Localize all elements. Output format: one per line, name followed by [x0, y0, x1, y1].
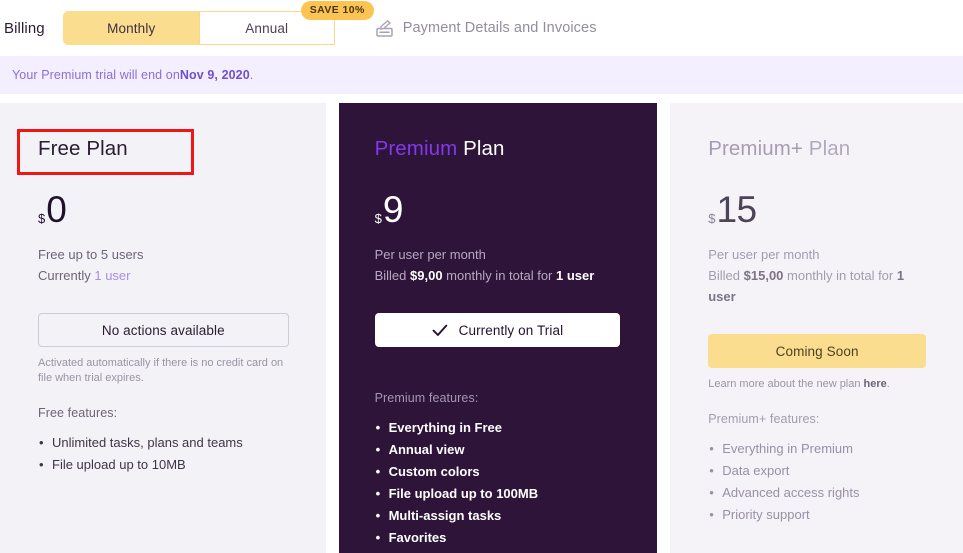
free-users-limit: Free up to 5 users — [38, 244, 289, 265]
invoice-edit-icon — [375, 19, 394, 38]
toggle-monthly[interactable]: Monthly — [63, 11, 199, 45]
free-current-users-prefix: Currently — [38, 268, 94, 283]
premiumplus-fine-print-suffix: . — [887, 378, 890, 390]
billing-label: Billing — [4, 20, 45, 37]
premium-features-list: Everything in Free Annual view Custom co… — [375, 417, 621, 549]
learn-more-here-link[interactable]: here — [864, 378, 887, 390]
free-current-users-link[interactable]: 1 user — [94, 268, 130, 283]
list-item: File upload up to 10MB — [38, 454, 289, 476]
trial-banner-suffix: . — [250, 68, 254, 82]
trial-expiry-banner: Your Premium trial will end on Nov 9, 20… — [0, 56, 963, 94]
plan-title-premiumplus-suffix: Plan — [803, 137, 850, 160]
premiumplus-fine-print: Learn more about the new plan here. — [708, 377, 926, 392]
list-item: Everything in Premium — [708, 438, 926, 460]
payment-details-label: Payment Details and Invoices — [403, 20, 597, 36]
payment-details-and-invoices-link[interactable]: Payment Details and Invoices — [375, 19, 597, 38]
free-plan-fine-print: Activated automatically if there is no c… — [38, 356, 289, 386]
premiumplus-plan-action-label: Coming Soon — [776, 344, 859, 359]
list-item: Annual view — [375, 439, 621, 461]
plan-title-free-suffix: Plan — [81, 137, 128, 160]
price-premium: $ 9 — [375, 191, 621, 228]
premium-billing-prefix: Billed — [375, 268, 410, 283]
price-subtext-free: Free up to 5 users Currently 1 user — [38, 244, 289, 286]
price-amount-premium: 9 — [383, 191, 403, 228]
premium-features-title: Premium features: — [375, 391, 621, 405]
trial-banner-prefix: Your Premium trial will end on — [12, 68, 180, 82]
plan-title-free-main: Free — [38, 137, 81, 160]
plan-title-premiumplus: Premium+ Plan — [708, 137, 926, 161]
free-current-users: Currently 1 user — [38, 265, 289, 286]
premium-billing-users: 1 user — [556, 268, 594, 283]
price-currency-premiumplus: $ — [708, 212, 715, 225]
price-currency-premium: $ — [375, 212, 382, 225]
price-subtext-premium: Per user per month Billed $9,00 monthly … — [375, 244, 621, 286]
plan-title-premiumplus-main: Premium+ — [708, 137, 803, 160]
premiumplus-per-user: Per user per month — [708, 244, 926, 265]
free-features-title: Free features: — [38, 406, 289, 420]
plan-cards-container: Free Plan $ 0 Free up to 5 users Current… — [0, 94, 963, 553]
list-item: File upload up to 100MB — [375, 483, 621, 505]
save-badge: SAVE 10% — [301, 1, 374, 20]
premium-plan-action-button[interactable]: Currently on Trial — [375, 313, 621, 347]
premium-billing-middle: monthly in total for — [443, 268, 556, 283]
premium-per-user: Per user per month — [375, 244, 621, 265]
list-item: Data export — [708, 460, 926, 482]
premiumplus-fine-print-prefix: Learn more about the new plan — [708, 378, 863, 390]
list-item: Custom colors — [375, 461, 621, 483]
plan-title-premium: Premium Plan — [375, 137, 621, 161]
premium-plan-action-label: Currently on Trial — [459, 323, 564, 338]
free-plan-action-label: No actions available — [102, 323, 225, 338]
list-item: Favorites — [375, 527, 621, 549]
free-features-list: Unlimited tasks, plans and teams File up… — [38, 432, 289, 476]
plan-card-free: Free Plan $ 0 Free up to 5 users Current… — [0, 103, 326, 553]
price-subtext-premiumplus: Per user per month Billed $15,00 monthly… — [708, 244, 926, 307]
premiumplus-features-title: Premium+ features: — [708, 412, 926, 426]
price-currency-free: $ — [38, 212, 45, 225]
free-plan-action-button[interactable]: No actions available — [38, 313, 289, 347]
price-premiumplus: $ 15 — [708, 191, 926, 228]
check-icon — [432, 324, 448, 337]
billing-toolbar: Billing Monthly Annual SAVE 10% Payment … — [0, 0, 963, 56]
list-item: Unlimited tasks, plans and teams — [38, 432, 289, 454]
plan-title-premium-main: Premium — [375, 137, 458, 160]
list-item: Everything in Free — [375, 417, 621, 439]
premiumplus-billing-middle: monthly in total for — [783, 268, 896, 283]
premium-billing-line: Billed $9,00 monthly in total for 1 user — [375, 265, 621, 286]
premiumplus-features-list: Everything in Premium Data export Advanc… — [708, 438, 926, 526]
plan-title-free: Free Plan — [38, 137, 289, 161]
premiumplus-plan-action-button[interactable]: Coming Soon — [708, 334, 926, 368]
premiumplus-billing-prefix: Billed — [708, 268, 743, 283]
plan-card-premium: Premium Plan $ 9 Per user per month Bill… — [339, 103, 658, 553]
list-item: Priority support — [708, 504, 926, 526]
premium-billing-amount: $9,00 — [410, 268, 443, 283]
billing-period-toggle: Monthly Annual SAVE 10% — [63, 11, 335, 45]
price-amount-premiumplus: 15 — [716, 191, 756, 228]
price-amount-free: 0 — [46, 191, 66, 228]
premiumplus-billing-line: Billed $15,00 monthly in total for 1 use… — [708, 265, 926, 307]
price-free: $ 0 — [38, 191, 289, 228]
trial-banner-date: Nov 9, 2020 — [180, 68, 250, 82]
plan-title-premium-suffix: Plan — [457, 137, 504, 160]
plan-card-premiumplus: Premium+ Plan $ 15 Per user per month Bi… — [670, 103, 963, 553]
list-item: Multi-assign tasks — [375, 505, 621, 527]
premiumplus-billing-amount: $15,00 — [744, 268, 784, 283]
list-item: Advanced access rights — [708, 482, 926, 504]
